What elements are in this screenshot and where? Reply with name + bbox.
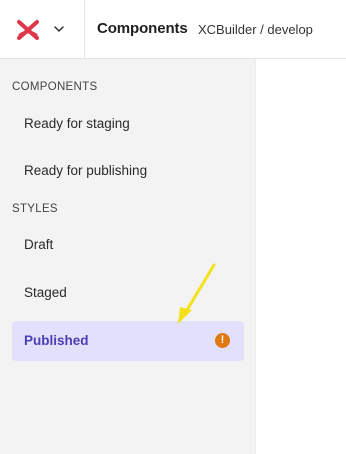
sidebar-item-label: Ready for publishing — [24, 163, 148, 178]
x-logo-icon — [16, 20, 40, 40]
yellow-arrow-annotation — [178, 263, 216, 324]
sidebar-item-draft[interactable]: Draft — [12, 225, 244, 265]
warning-icon: ! — [215, 333, 230, 348]
section-header-components: COMPONENTS — [12, 81, 98, 93]
chevron-down-icon — [54, 25, 64, 33]
app-window: Components XCBuilder / develop COMPONENT… — [0, 0, 346, 454]
sidebar-item-label: Draft — [24, 237, 54, 252]
sidebar-item-ready-for-staging[interactable]: Ready for staging — [12, 104, 244, 144]
sidebar: COMPONENTS Ready for staging Ready for p… — [0, 59, 256, 454]
sidebar-item-label: Published — [24, 333, 89, 348]
project-breadcrumb[interactable]: XCBuilder / develop — [198, 22, 313, 37]
sidebar-item-label: Staged — [24, 285, 67, 300]
top-header: Components XCBuilder / develop — [0, 0, 346, 59]
sidebar-item-label: Ready for staging — [24, 116, 130, 131]
page-title: Components — [97, 20, 188, 37]
sidebar-item-ready-for-publishing[interactable]: Ready for publishing — [12, 151, 244, 191]
header-divider — [84, 0, 85, 59]
app-switcher-button[interactable] — [10, 15, 74, 45]
section-header-styles: STYLES — [12, 203, 58, 215]
